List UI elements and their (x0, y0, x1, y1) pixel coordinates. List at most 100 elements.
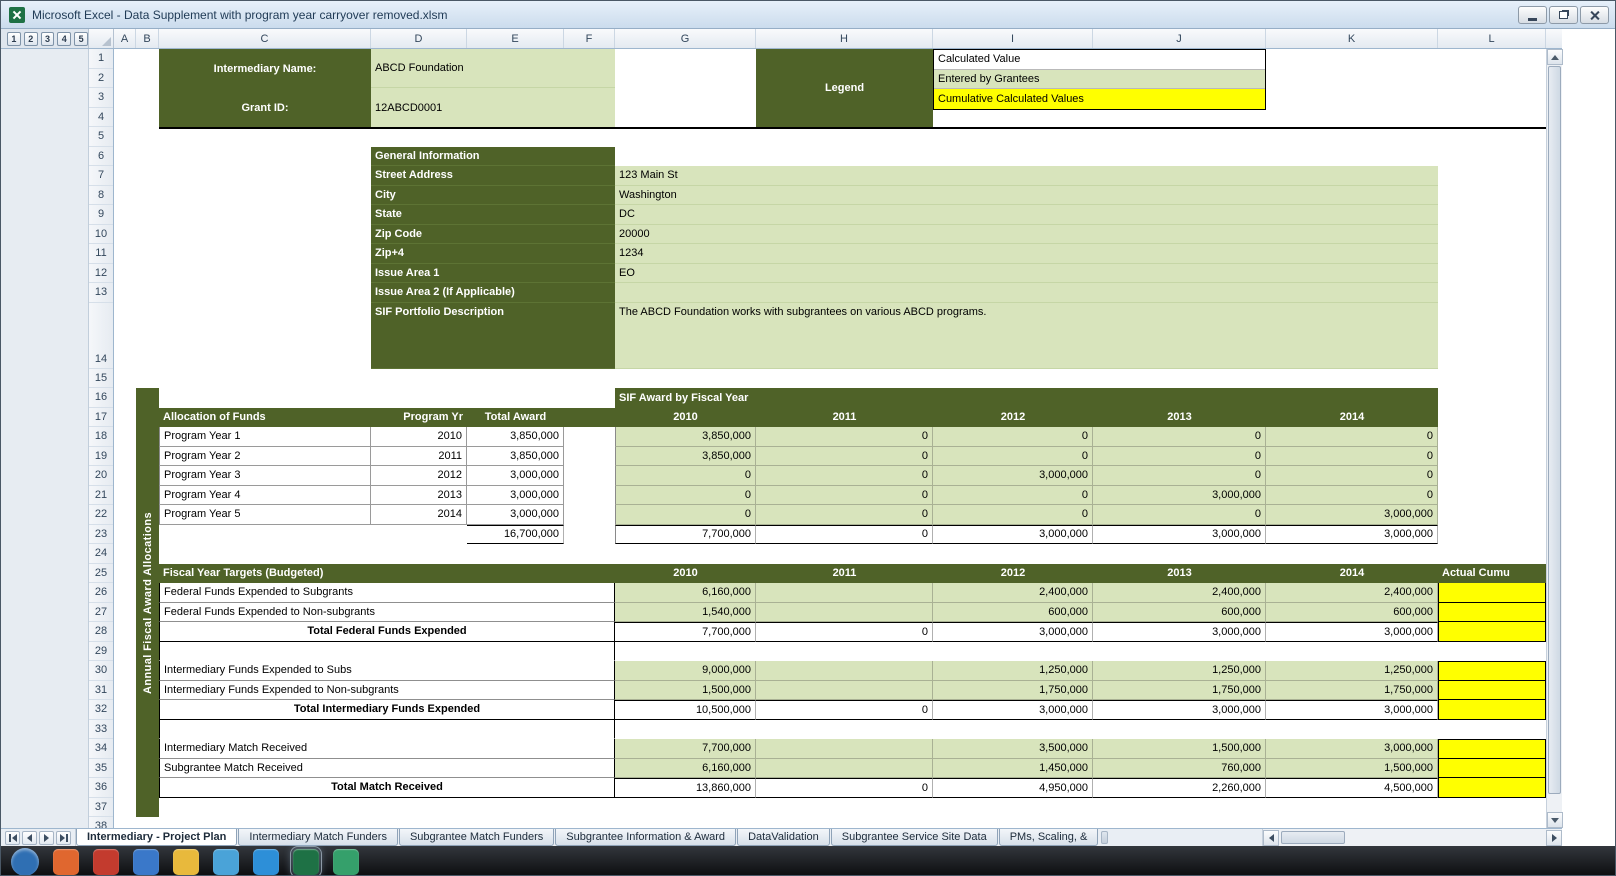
cell[interactable] (756, 759, 933, 779)
row-header[interactable]: 5 (89, 127, 113, 147)
cell[interactable]: Federal Funds Expended to Non-subgrants (159, 603, 615, 623)
cell[interactable]: 7,700,000 (615, 739, 756, 759)
cell[interactable]: Program Year 3 (159, 466, 371, 486)
cell[interactable]: 0 (756, 525, 933, 545)
year-header[interactable]: 2011 (756, 408, 933, 428)
column-header-d[interactable]: D (371, 29, 467, 48)
row-header[interactable]: 11 (89, 244, 113, 264)
cell-info-label[interactable]: Issue Area 1 (371, 264, 615, 284)
cell[interactable]: 0 (756, 427, 933, 447)
cell[interactable] (756, 739, 933, 759)
cell[interactable]: 3,850,000 (615, 447, 756, 467)
column-header-e[interactable]: E (467, 29, 564, 48)
cell[interactable]: 2013 (371, 486, 467, 506)
column-header-a[interactable]: A (114, 29, 136, 48)
column-header-b[interactable]: B (136, 29, 159, 48)
excel-taskbar-icon[interactable] (293, 849, 319, 875)
row-header[interactable]: 10 (89, 225, 113, 245)
cell-sif-award-banner[interactable]: SIF Award by Fiscal Year (615, 388, 1438, 408)
horizontal-scrollbar[interactable] (1262, 829, 1562, 846)
cell[interactable] (159, 720, 615, 740)
cell-actual-cumulative[interactable] (1438, 583, 1546, 603)
row-header[interactable]: 26 (89, 583, 113, 603)
cell[interactable]: 3,000,000 (933, 700, 1093, 720)
cell[interactable] (1438, 720, 1546, 740)
row-header[interactable]: 16 (89, 388, 113, 408)
cell-general-info-title[interactable]: General Information (371, 147, 615, 167)
cell-info-value[interactable]: DC (615, 205, 1438, 225)
cell[interactable]: Total Match Received (159, 778, 615, 798)
cell[interactable]: 2014 (371, 505, 467, 525)
cell-info-value[interactable]: EO (615, 264, 1438, 284)
row-header[interactable]: 12 (89, 264, 113, 284)
cell[interactable]: 1,750,000 (1093, 681, 1266, 701)
scroll-left-button[interactable] (1263, 830, 1279, 846)
cell[interactable]: 10,500,000 (615, 700, 756, 720)
cell[interactable]: 3,000,000 (933, 466, 1093, 486)
cell[interactable]: 0 (756, 778, 933, 798)
cell[interactable] (756, 661, 933, 681)
select-all-corner[interactable] (89, 29, 114, 48)
cell-actual-cumulative[interactable] (1438, 700, 1546, 720)
cell-actual-cumulative[interactable] (1438, 778, 1546, 798)
outline-level-button[interactable]: 5 (74, 32, 88, 46)
cell[interactable]: 3,000,000 (933, 622, 1093, 642)
cell[interactable]: 3,000,000 (1266, 700, 1438, 720)
scroll-right-button[interactable] (1546, 830, 1562, 846)
cell-actual-cumulative[interactable] (1438, 603, 1546, 623)
cell-info-value[interactable]: 123 Main St (615, 166, 1438, 186)
cell[interactable]: 4,950,000 (933, 778, 1093, 798)
row-header[interactable]: 33 (89, 720, 113, 740)
total-award-header[interactable]: Total Award (467, 408, 564, 428)
row-header[interactable]: 27 (89, 603, 113, 623)
cell[interactable]: 0 (615, 505, 756, 525)
next-sheet-button[interactable] (39, 831, 54, 845)
sheet-tab-intermediary-match-funders[interactable]: Intermediary Match Funders (238, 829, 398, 846)
cell[interactable]: 2012 (371, 466, 467, 486)
targets-title[interactable]: Fiscal Year Targets (Budgeted) (159, 564, 615, 584)
cell[interactable]: 3,000,000 (467, 505, 564, 525)
browser-icon[interactable] (53, 849, 79, 875)
horizontal-scroll-thumb[interactable] (1281, 831, 1345, 844)
cell[interactable]: 0 (756, 700, 933, 720)
cell[interactable]: 600,000 (933, 603, 1093, 623)
cell[interactable]: Intermediary Funds Expended to Subs (159, 661, 615, 681)
cell[interactable] (159, 642, 615, 662)
cell[interactable]: 0 (1266, 427, 1438, 447)
vertical-scroll-thumb[interactable] (1548, 66, 1561, 794)
outline-level-button[interactable]: 1 (7, 32, 21, 46)
cell-info-value[interactable] (615, 283, 1438, 303)
cell[interactable]: 2,400,000 (933, 583, 1093, 603)
year-header[interactable]: 2014 (1266, 564, 1438, 584)
app-icon-5[interactable] (333, 849, 359, 875)
cell-info-value[interactable]: The ABCD Foundation works with subgrante… (615, 303, 1438, 369)
cell-info-value[interactable]: Washington (615, 186, 1438, 206)
row-header[interactable]: 37 (89, 798, 113, 818)
program-yr-header[interactable]: Program Yr (371, 408, 467, 428)
cell[interactable]: Program Year 1 (159, 427, 371, 447)
row-header[interactable]: 35 (89, 759, 113, 779)
cell[interactable]: 0 (756, 447, 933, 467)
column-header-h[interactable]: H (756, 29, 933, 48)
cell-grant-id-label[interactable]: Grant ID: (159, 88, 371, 127)
cell[interactable]: 0 (1266, 486, 1438, 506)
cell[interactable]: 0 (933, 486, 1093, 506)
app-icon-1[interactable] (93, 849, 119, 875)
cell[interactable] (756, 583, 933, 603)
year-header[interactable]: 2012 (933, 408, 1093, 428)
cell[interactable]: 13,860,000 (615, 778, 756, 798)
row-header[interactable]: 24 (89, 544, 113, 564)
cell[interactable]: 0 (756, 466, 933, 486)
cell-actual-cumulative[interactable] (1438, 661, 1546, 681)
cell-intermediary-name-label[interactable]: Intermediary Name: (159, 49, 371, 88)
cell[interactable]: 0 (615, 486, 756, 506)
cell[interactable]: 3,000,000 (1093, 700, 1266, 720)
scroll-down-button[interactable] (1547, 812, 1563, 828)
row-header[interactable]: 38 (89, 817, 113, 828)
cell-info-label[interactable]: Zip+4 (371, 244, 615, 264)
column-header-g[interactable]: G (615, 29, 756, 48)
row-header[interactable]: 17 (89, 408, 113, 428)
cell-info-label[interactable]: Zip Code (371, 225, 615, 245)
cell[interactable]: 1,250,000 (1266, 661, 1438, 681)
cell[interactable]: 3,000,000 (467, 466, 564, 486)
